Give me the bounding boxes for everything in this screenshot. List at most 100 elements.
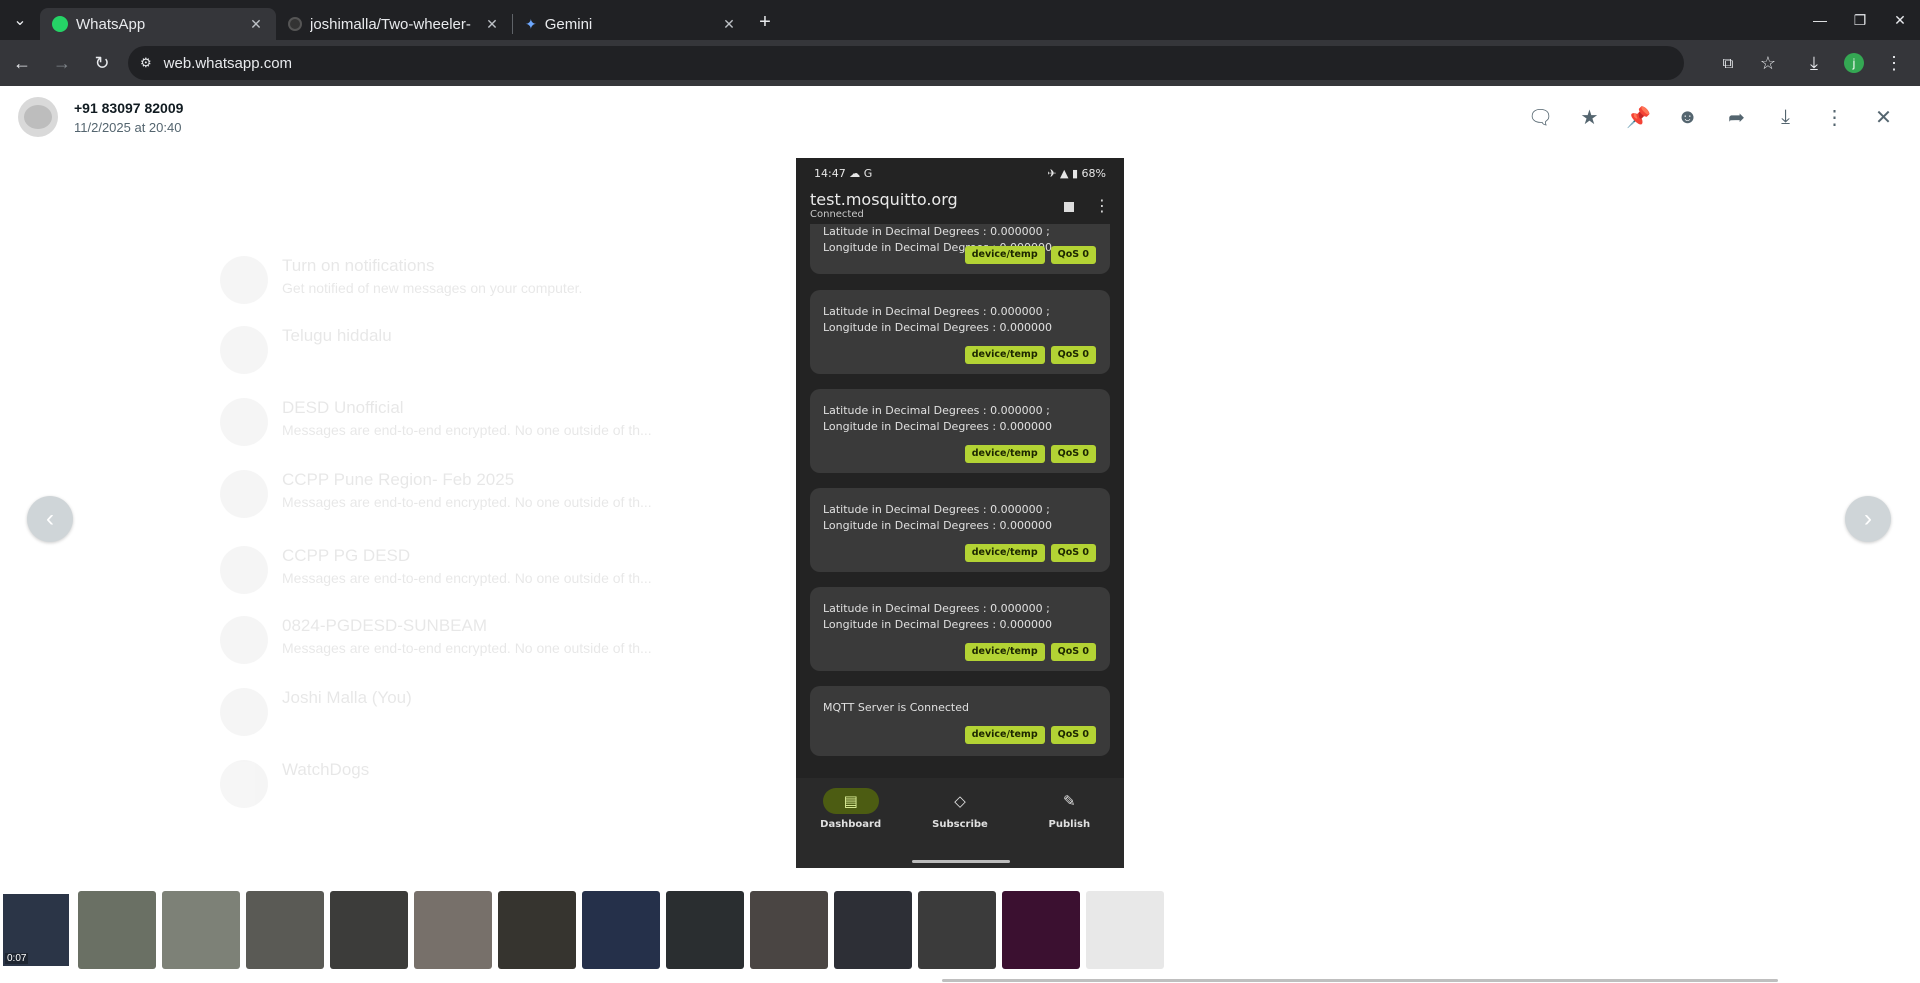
media-thumbnail[interactable] — [1002, 891, 1080, 969]
close-tab-icon[interactable]: ✕ — [484, 16, 500, 32]
nav-dashboard: ▤ Dashboard — [796, 778, 905, 868]
avatar — [220, 326, 268, 374]
list-item: CCPP PG DESD Messages are end-to-end encr… — [220, 542, 690, 600]
sent-date: 11/2/2025 at 20:40 — [74, 119, 182, 135]
sender-info: +91 83097 82009 11/2/2025 at 20:40 — [74, 100, 183, 135]
install-app-icon[interactable]: ⧉ — [1710, 45, 1746, 81]
media-thumbnail[interactable] — [918, 891, 996, 969]
qos-badge: QoS 0 — [1050, 445, 1096, 463]
media-viewer-header: +91 83097 82009 11/2/2025 at 20:40 🗨 ★ 📌… — [0, 86, 1920, 148]
list-item: DESD Unofficial Messages are end-to-end e… — [220, 394, 690, 452]
emoji-icon[interactable]: ☻ — [1663, 97, 1712, 137]
site-info-icon[interactable]: ⚙ — [140, 55, 152, 71]
new-tab-button[interactable]: + — [749, 6, 781, 38]
list-item: CCPP Pune Region- Feb 2025 Messages are e… — [220, 466, 690, 524]
stop-icon — [1064, 202, 1074, 212]
qos-badge: QoS 0 — [1050, 726, 1096, 744]
close-icon[interactable]: ✕ — [1859, 97, 1908, 137]
address-bar[interactable]: ⚙ web.whatsapp.com — [128, 46, 1684, 80]
topic-badge: device/temp — [964, 544, 1045, 562]
list-item: MQTT Server is Connected device/temp QoS … — [810, 686, 1110, 756]
forward-nav-icon[interactable]: → — [44, 45, 80, 81]
tab-title: WhatsApp — [76, 15, 146, 33]
media-thumbnail[interactable]: 0:07 — [0, 891, 72, 969]
forward-icon[interactable]: ➦ — [1712, 97, 1761, 137]
avatar — [220, 760, 268, 808]
media-thumbnail[interactable] — [330, 891, 408, 969]
star-icon[interactable]: ★ — [1565, 97, 1614, 137]
list-item: Latitude in Decimal Degrees : 0.000000 ;… — [810, 389, 1110, 473]
whatsapp-icon — [52, 16, 68, 32]
sender-name: +91 83097 82009 — [74, 99, 184, 116]
bookmark-star-icon[interactable]: ☆ — [1750, 45, 1786, 81]
thumbnail-scrollbar[interactable] — [942, 979, 1778, 982]
list-item: WatchDogs — [220, 756, 690, 814]
phone-bottom-nav: ▤ Dashboard ◇ Subscribe ✎ Publish — [796, 778, 1124, 868]
window-controls: — ❐ ✕ — [1800, 0, 1920, 40]
avatar — [220, 616, 268, 664]
avatar — [220, 688, 268, 736]
media-thumbnail[interactable] — [246, 891, 324, 969]
maximize-icon[interactable]: ❐ — [1840, 0, 1880, 40]
list-item: Latitude in Decimal Degrees : 0.000000 ;… — [810, 224, 1110, 274]
chevron-left-icon: ‹ — [46, 505, 54, 532]
topic-badge: device/temp — [964, 726, 1045, 744]
minimize-icon[interactable]: — — [1800, 0, 1840, 40]
tab-whatsapp[interactable]: WhatsApp ✕ — [40, 8, 276, 40]
reply-icon[interactable]: 🗨 — [1516, 97, 1565, 137]
tab-search-icon[interactable]: ⌄ — [0, 0, 40, 40]
pin-icon[interactable]: 📌 — [1614, 97, 1663, 137]
list-item: Turn on notifications Get notified of new… — [220, 252, 690, 310]
tab-gemini[interactable]: ✦ Gemini ✕ — [513, 8, 749, 40]
media-thumbnail[interactable] — [498, 891, 576, 969]
tab-github[interactable]: joshimalla/Two-wheeler- ✕ — [276, 8, 512, 40]
media-thumbnail[interactable] — [666, 891, 744, 969]
media-thumbnail[interactable] — [834, 891, 912, 969]
url-text: web.whatsapp.com — [163, 54, 293, 72]
topic-badge: device/temp — [964, 445, 1045, 463]
dashboard-icon: ▤ — [822, 788, 879, 814]
media-thumbnail[interactable] — [750, 891, 828, 969]
topic-badge: device/temp — [964, 246, 1045, 264]
phone-battery: ✈ ▲ ▮ 68% — [1047, 166, 1106, 180]
app-bar: test.mosquitto.org Connected ⋮ — [796, 190, 1124, 226]
list-item: Telugu hiddalu — [220, 322, 690, 380]
list-item: Latitude in Decimal Degrees : 0.000000 ;… — [810, 290, 1110, 374]
tab-title: Gemini — [544, 15, 593, 33]
previous-media-button[interactable]: ‹ — [27, 496, 73, 542]
media-thumbnail[interactable] — [78, 891, 156, 969]
whatsapp-page: Turn on notifications Get notified of new… — [0, 86, 1920, 983]
qos-badge: QoS 0 — [1050, 246, 1096, 264]
chevron-right-icon: › — [1864, 505, 1872, 532]
close-window-icon[interactable]: ✕ — [1880, 0, 1920, 40]
close-tab-icon[interactable]: ✕ — [248, 16, 264, 32]
back-icon[interactable]: ← — [4, 45, 40, 81]
avatar[interactable] — [18, 97, 58, 137]
message-list: Latitude in Decimal Degrees : 0.000000 ;… — [810, 224, 1110, 779]
more-icon: ⋮ — [1094, 196, 1110, 215]
nav-subscribe: ◇ Subscribe — [905, 778, 1014, 868]
media-thumbnail[interactable] — [582, 891, 660, 969]
media-thumbnail[interactable] — [1086, 891, 1164, 969]
list-item: 0824-PGDESD-SUNBEAM Messages are end-to-e… — [220, 612, 690, 670]
github-icon — [288, 17, 302, 31]
media-thumbnail[interactable] — [162, 891, 240, 969]
media-thumbnail[interactable] — [414, 891, 492, 969]
downloads-icon[interactable]: ⤓ — [1796, 45, 1832, 81]
home-indicator — [912, 860, 1010, 863]
menu-icon[interactable]: ⋮ — [1810, 97, 1859, 137]
nav-publish: ✎ Publish — [1015, 778, 1124, 868]
next-media-button[interactable]: › — [1845, 496, 1891, 542]
browser-tab-strip: ⌄ WhatsApp ✕ joshimalla/Two-wheeler- ✕ ✦… — [0, 0, 1920, 40]
media-thumbnail-strip: 0:07 — [0, 886, 1920, 982]
download-icon[interactable]: ⤓ — [1761, 97, 1810, 137]
reload-icon[interactable]: ↻ — [84, 45, 120, 81]
close-tab-icon[interactable]: ✕ — [721, 16, 737, 32]
video-duration: 0:07 — [5, 953, 29, 964]
publish-icon: ✎ — [1063, 792, 1076, 810]
browser-menu-icon[interactable]: ⋮ — [1876, 45, 1912, 81]
toolbar-actions: ⧉ ☆ ⤓ j ⋮ — [1706, 45, 1912, 81]
gemini-icon: ✦ — [525, 15, 537, 32]
avatar — [220, 546, 268, 594]
profile-avatar[interactable]: j — [1836, 45, 1872, 81]
